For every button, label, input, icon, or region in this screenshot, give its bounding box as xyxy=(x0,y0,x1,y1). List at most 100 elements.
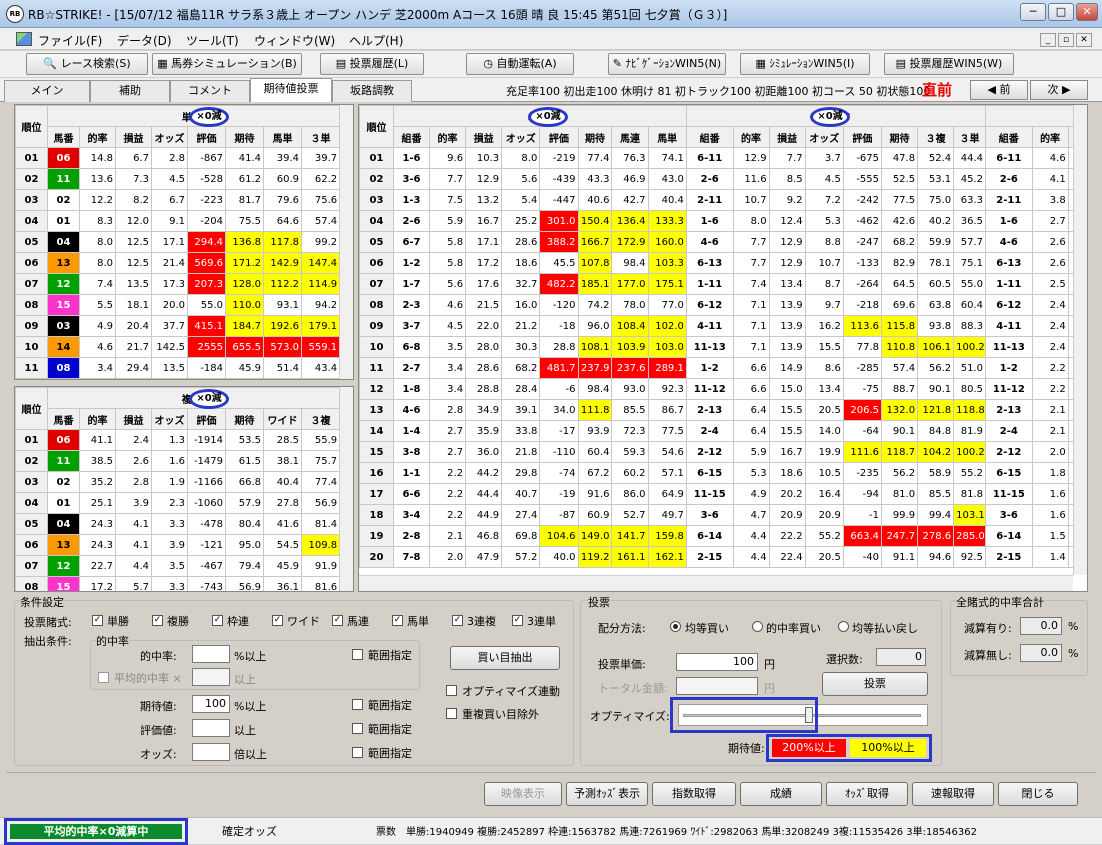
fukusho-row[interactable]: 01 06 41.1 2.4 1.3 -1914 53.5 28.5 55.9 xyxy=(15,429,341,451)
bet-checkbox-4[interactable]: ✓ xyxy=(272,615,283,626)
combo-row[interactable]: 13 4-6 2.8 34.9 39.1 34.0 111.8 85.5 86.7 2-13 6.4… xyxy=(359,399,1087,421)
avg-hit-checkbox[interactable] xyxy=(98,672,109,683)
tansho-row[interactable]: 04 01 8.3 12.0 9.1 -204 75.5 64.6 57.4 xyxy=(15,210,341,232)
bet-checkbox-7[interactable]: ✓ xyxy=(452,615,463,626)
bet-simulation-button[interactable]: ▦ 馬券シミュレーション(B) xyxy=(152,53,302,75)
avg-hit-input[interactable] xyxy=(192,668,230,686)
menu-help[interactable]: ヘルプ(H) xyxy=(349,32,403,49)
mdi-restore-button[interactable]: ▫ xyxy=(1058,33,1074,47)
evaluation-range-checkbox[interactable] xyxy=(352,723,363,734)
odds-range-checkbox[interactable] xyxy=(352,747,363,758)
fukusho-row[interactable]: 03 02 35.2 2.8 1.9 -1166 66.8 40.4 77.4 xyxy=(15,471,341,493)
hit-rate-buy-radio[interactable] xyxy=(752,621,763,632)
combo-hscrollbar[interactable] xyxy=(359,575,1073,591)
evaluation-input[interactable] xyxy=(192,719,230,737)
equal-payout-radio[interactable] xyxy=(838,621,849,632)
combo-row[interactable]: 17 6-6 2.2 44.4 40.7 -19 91.6 86.0 64.9 11-15 4.9 2… xyxy=(359,483,1087,505)
dup-exclude-checkbox[interactable] xyxy=(446,708,457,719)
bet-checkbox-6[interactable]: ✓ xyxy=(392,615,403,626)
fukusho-scrollbar[interactable] xyxy=(339,387,353,591)
navigation-win5-button[interactable]: ✎ ﾅﾋﾞｹﾞｰｼｮﾝWIN5(N) xyxy=(608,53,726,75)
extract-button[interactable]: 買い目抽出 xyxy=(450,646,560,670)
menu-data[interactable]: データ(D) xyxy=(117,32,172,49)
combo-row[interactable]: 18 3-4 2.2 44.9 27.4 -87 60.9 52.7 49.7 3-6 4.7 20.… xyxy=(359,504,1087,526)
minimize-button[interactable]: ─ xyxy=(1020,3,1046,21)
combo-row[interactable]: 07 1-7 5.6 17.6 32.7 482.2 185.1 177.0 175.1 1-11… xyxy=(359,273,1087,295)
index-fetch-button[interactable]: 指数取得 xyxy=(652,782,736,806)
vote-history-button[interactable]: ▤ 投票履歴(L) xyxy=(320,53,424,75)
combo-row[interactable]: 01 1-6 9.6 10.3 8.0 -219 77.4 76.3 74.1 6-11 12.9 7… xyxy=(359,147,1087,169)
prev-race-button[interactable]: ◀ 前 xyxy=(970,80,1028,100)
bet-checkbox-2[interactable]: ✓ xyxy=(152,615,163,626)
vote-button[interactable]: 投票 xyxy=(822,672,928,696)
odds-input[interactable] xyxy=(192,743,230,761)
fukusho-row[interactable]: 04 01 25.1 3.9 2.3 -1060 57.9 27.8 56.9 xyxy=(15,492,341,514)
combo-row[interactable]: 04 2-6 5.9 16.7 25.2 301.0 150.4 136.4 133.3 1-6 8… xyxy=(359,210,1087,232)
tansho-row[interactable]: 08 15 5.5 18.1 20.0 55.0 110.0 93.1 94.2 xyxy=(15,294,341,316)
tab-comment[interactable]: コメント xyxy=(170,80,250,102)
bet-checkbox-5[interactable]: ✓ xyxy=(332,615,343,626)
tansho-row[interactable]: 07 12 7.4 13.5 17.3 207.3 128.0 112.2 114.9 xyxy=(15,273,341,295)
fukusho-row[interactable]: 02 11 38.5 2.6 1.6 -1479 61.5 38.1 75.7 xyxy=(15,450,341,472)
mdi-close-button[interactable]: ✕ xyxy=(1076,33,1092,47)
combo-row[interactable]: 10 6-8 3.5 28.0 30.3 28.8 108.1 103.9 103.0 11-13… xyxy=(359,336,1087,358)
tansho-row[interactable]: 09 03 4.9 20.4 37.7 415.1 184.7 192.6 179.1 xyxy=(15,315,341,337)
video-button[interactable]: 映像表示 xyxy=(484,782,562,806)
news-fetch-button[interactable]: 速報取得 xyxy=(912,782,994,806)
auto-run-button[interactable]: ◷ 自動運転(A) xyxy=(466,53,574,75)
bet-checkbox-3[interactable]: ✓ xyxy=(212,615,223,626)
fukusho-row[interactable]: 06 13 24.3 4.1 3.9 -121 95.0 54.5 109.8 xyxy=(15,534,341,556)
expected-range-checkbox[interactable] xyxy=(352,699,363,710)
equal-buy-radio[interactable] xyxy=(670,621,681,632)
menu-window[interactable]: ウィンドウ(W) xyxy=(254,32,335,49)
fukusho-row[interactable]: 05 04 24.3 4.1 3.3 -478 80.4 41.6 81.4 xyxy=(15,513,341,535)
combo-row[interactable]: 20 7-8 2.0 47.9 57.2 40.0 119.2 161.1 162.1 2-15 4… xyxy=(359,546,1087,568)
race-search-button[interactable]: 🔍 レース検索(S) xyxy=(26,53,148,75)
expected-value-input[interactable]: 100 xyxy=(192,695,230,713)
combo-row[interactable]: 05 6-7 5.8 17.1 28.6 388.2 166.7 172.9 160.0 4-6 7… xyxy=(359,231,1087,253)
combo-row[interactable]: 16 1-1 2.2 44.2 29.8 -74 67.2 60.2 57.1 6-15 5.3 18… xyxy=(359,462,1087,484)
tansho-row[interactable]: 05 04 8.0 12.5 17.1 294.4 136.8 117.8 99.2 xyxy=(15,231,341,253)
combo-vscrollbar[interactable] xyxy=(1073,105,1087,575)
menu-tools[interactable]: ツール(T) xyxy=(186,32,239,49)
predicted-odds-button[interactable]: 予測ｵｯｽﾞ表示 xyxy=(566,782,648,806)
tansho-row[interactable]: 03 02 12.2 8.2 6.7 -223 81.7 79.6 75.6 xyxy=(15,189,341,211)
close-dialog-button[interactable]: 閉じる xyxy=(998,782,1078,806)
combo-row[interactable]: 09 3-7 4.5 22.0 21.2 -18 96.0 108.4 102.0 4-11 7.1… xyxy=(359,315,1087,337)
unit-price-input[interactable]: 100 xyxy=(676,653,758,671)
vote-history-win5-button[interactable]: ▤ 投票履歴WIN5(W) xyxy=(884,53,1014,75)
combo-row[interactable]: 03 1-3 7.5 13.2 5.4 -447 40.6 42.7 40.4 2-11 10.7 9… xyxy=(359,189,1087,211)
results-button[interactable]: 成績 xyxy=(740,782,822,806)
combo-row[interactable]: 02 3-6 7.7 12.9 5.6 -439 43.3 46.9 43.0 2-6 11.6 8.… xyxy=(359,168,1087,190)
combo-row[interactable]: 06 1-2 5.8 17.2 18.6 45.5 107.8 98.4 103.3 6-13 7.… xyxy=(359,252,1087,274)
combo-row[interactable]: 15 3-8 2.7 36.0 21.8 -110 60.4 59.3 54.6 2-12 5.9 1… xyxy=(359,441,1087,463)
combo-row[interactable]: 12 1-8 3.4 28.8 28.4 -6 98.4 93.0 92.3 11-12 6.6 15… xyxy=(359,378,1087,400)
tansho-row[interactable]: 01 06 14.8 6.7 2.8 -867 41.4 39.4 39.7 xyxy=(15,147,341,169)
bet-checkbox-8[interactable]: ✓ xyxy=(512,615,523,626)
tab-sub[interactable]: 補助 xyxy=(90,80,170,102)
tansho-row[interactable]: 02 11 13.6 7.3 4.5 -528 61.2 60.9 62.2 xyxy=(15,168,341,190)
optimize-link-checkbox[interactable] xyxy=(446,685,457,696)
hit-rate-input[interactable] xyxy=(192,645,230,663)
mdi-minimize-button[interactable]: _ xyxy=(1040,33,1056,47)
simulation-win5-button[interactable]: ▦ ｼﾐｭﾚｰｼｮﾝWIN5(I) xyxy=(740,53,870,75)
combo-row[interactable]: 11 2-7 3.4 28.6 68.2 481.7 237.9 237.6 289.1 1-2 6… xyxy=(359,357,1087,379)
fukusho-row[interactable]: 08 15 17.2 5.7 3.3 -743 56.9 36.1 81.6 xyxy=(15,576,341,591)
odds-fetch-button[interactable]: ｵｯｽﾞ取得 xyxy=(826,782,908,806)
combo-row[interactable]: 08 2-3 4.6 21.5 16.0 -120 74.2 78.0 77.0 6-12 7.1 1… xyxy=(359,294,1087,316)
menu-file[interactable]: ファイル(F) xyxy=(38,32,102,49)
tansho-row[interactable]: 10 14 4.6 21.7 142.5 2555 655.5 573.0 559.1 xyxy=(15,336,341,358)
tab-slope-training[interactable]: 坂路調教 xyxy=(332,80,412,102)
tansho-scrollbar[interactable] xyxy=(339,105,353,379)
combo-row[interactable]: 19 2-8 2.1 46.8 69.8 104.6 149.0 141.7 159.8 6-14… xyxy=(359,525,1087,547)
fukusho-row[interactable]: 07 12 22.7 4.4 3.5 -467 79.4 45.9 91.9 xyxy=(15,555,341,577)
tansho-row[interactable]: 06 13 8.0 12.5 21.4 569.6 171.2 142.9 147.4 xyxy=(15,252,341,274)
tab-expected-value-vote[interactable]: 期待値投票 xyxy=(250,78,332,102)
combo-row[interactable]: 14 1-4 2.7 35.9 33.8 -17 93.9 72.3 77.5 2-4 6.4 15.… xyxy=(359,420,1087,442)
tab-main[interactable]: メイン xyxy=(4,80,90,102)
close-button[interactable]: ✕ xyxy=(1076,3,1098,21)
tansho-row[interactable]: 11 08 3.4 29.4 13.5 -184 45.9 51.4 43.4 xyxy=(15,357,341,379)
next-race-button[interactable]: 次 ▶ xyxy=(1030,80,1088,100)
maximize-button[interactable]: □ xyxy=(1048,3,1074,21)
bet-checkbox-1[interactable]: ✓ xyxy=(92,615,103,626)
